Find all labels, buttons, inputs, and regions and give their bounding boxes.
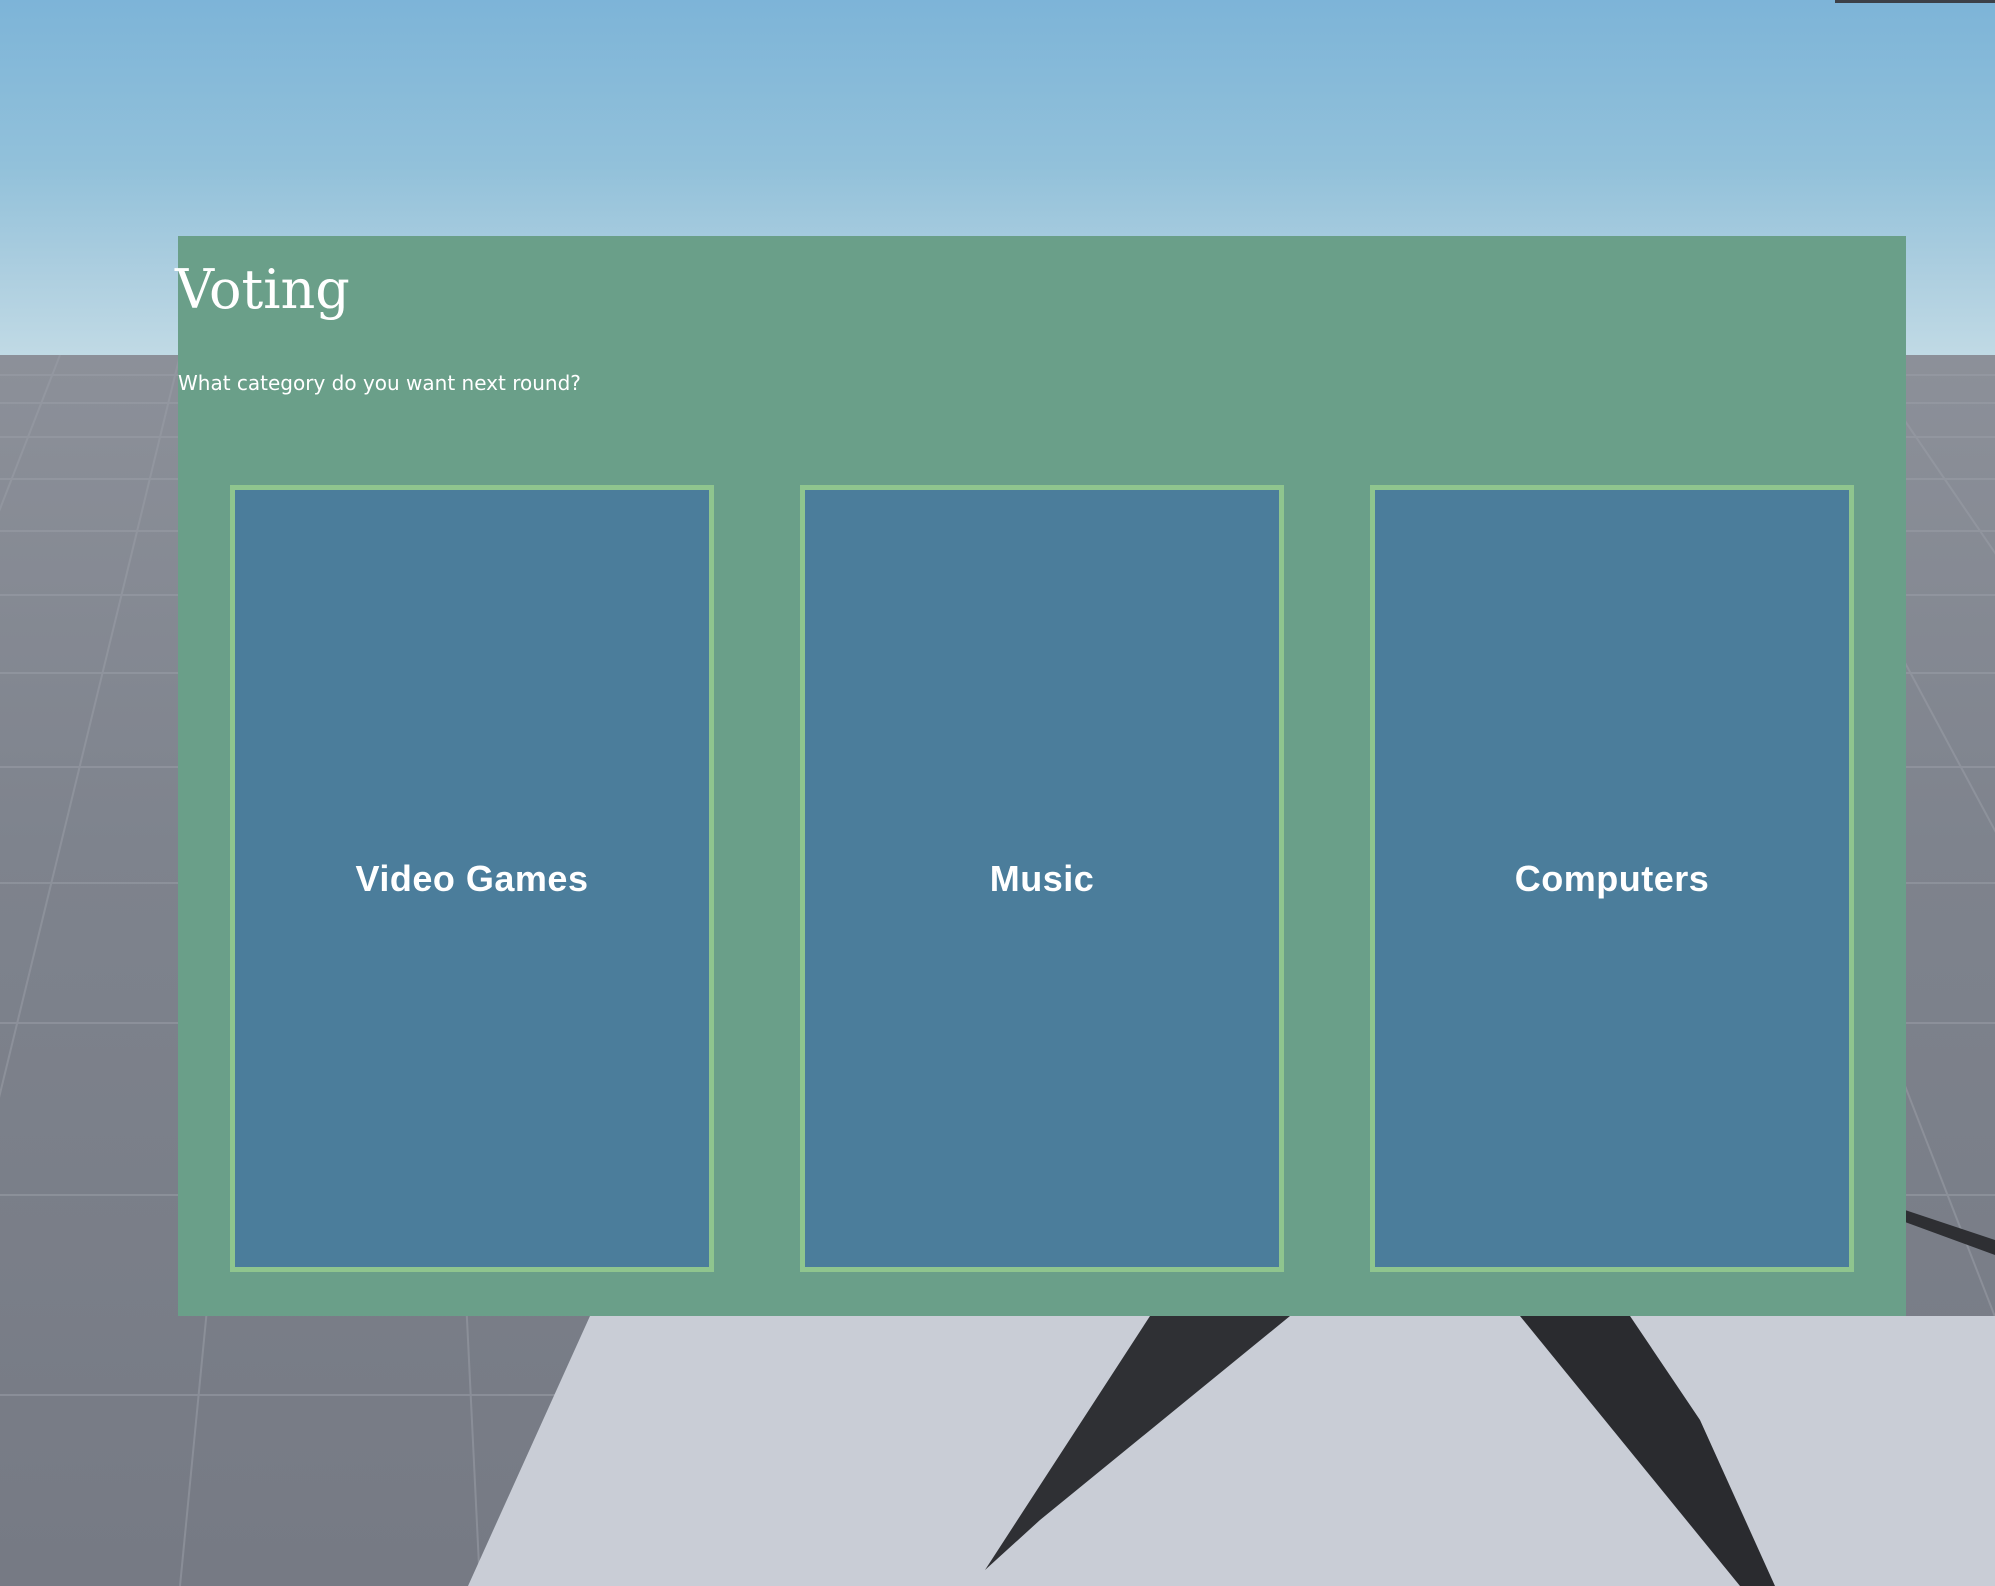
voting-prompt: What category do you want next round? (178, 371, 581, 395)
vote-option-video-games[interactable]: Video Games (230, 485, 714, 1272)
vote-option-computers[interactable]: Computers (1370, 485, 1854, 1272)
voting-title: Voting (175, 258, 350, 321)
vote-options: Video Games Music Computers (230, 485, 1854, 1272)
vote-option-music[interactable]: Music (800, 485, 1284, 1272)
vote-option-label: Video Games (355, 857, 589, 899)
voting-panel: Voting What category do you want next ro… (175, 236, 1906, 1316)
vote-option-label: Computers (1514, 857, 1710, 899)
hud-edge (1835, 0, 1995, 3)
vote-option-label: Music (989, 857, 1095, 899)
